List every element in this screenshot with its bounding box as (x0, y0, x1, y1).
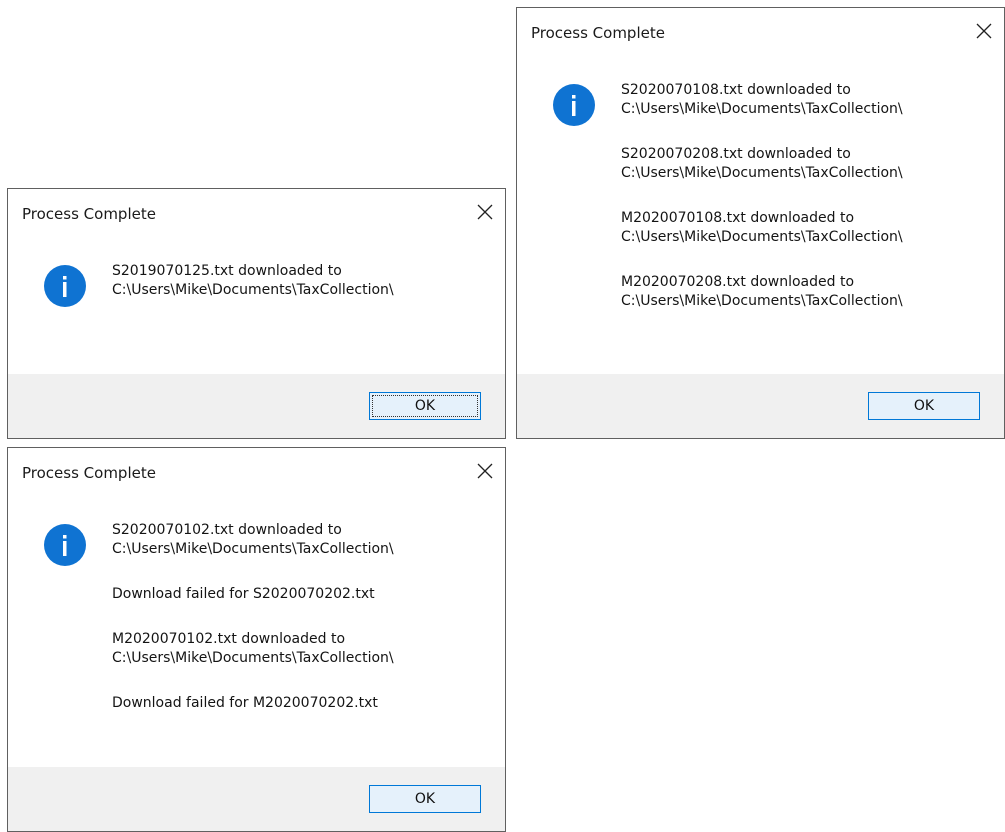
close-icon (976, 23, 992, 39)
close-icon (477, 204, 493, 220)
close-button[interactable] (968, 16, 1000, 46)
dialog-process-complete-multi-success: Process Complete S2020070108.txt downloa… (516, 7, 1005, 439)
message-text: M2020070108.txt downloaded to C:\Users\M… (621, 210, 903, 245)
message-text: Download failed for S2020070202.txt (112, 586, 375, 602)
info-icon (44, 524, 86, 566)
dialog-process-complete-single: Process Complete S2019070125.txt downloa… (7, 188, 506, 439)
message-text: S2020070208.txt downloaded to C:\Users\M… (621, 146, 903, 181)
dialog-title: Process Complete (22, 464, 156, 482)
message-text: S2020070108.txt downloaded to C:\Users\M… (621, 82, 903, 117)
message-text: M2020070208.txt downloaded to C:\Users\M… (621, 274, 903, 309)
message-list: S2020070102.txt downloaded to C:\Users\M… (112, 521, 394, 713)
dialog-content: S2020070108.txt downloaded to C:\Users\M… (517, 56, 1004, 370)
ok-button[interactable]: OK (868, 392, 980, 420)
close-icon (477, 463, 493, 479)
close-button[interactable] (469, 456, 501, 486)
close-button[interactable] (469, 197, 501, 227)
ok-button[interactable]: OK (369, 785, 481, 813)
dialog-content: S2020070102.txt downloaded to C:\Users\M… (8, 496, 505, 753)
message-text: S2019070125.txt downloaded to C:\Users\M… (112, 263, 394, 298)
titlebar: Process Complete (8, 448, 505, 496)
dialog-title: Process Complete (531, 24, 665, 42)
message-text: Download failed for M2020070202.txt (112, 695, 378, 711)
titlebar: Process Complete (517, 8, 1004, 56)
ok-button[interactable]: OK (369, 392, 481, 420)
message-list: S2020070108.txt downloaded to C:\Users\M… (621, 81, 903, 311)
dialog-footer: OK (8, 767, 505, 831)
titlebar: Process Complete (8, 189, 505, 237)
info-icon (44, 265, 86, 307)
info-icon (553, 84, 595, 126)
dialog-process-complete-mixed: Process Complete S2020070102.txt downloa… (7, 447, 506, 832)
dialog-content: S2019070125.txt downloaded to C:\Users\M… (8, 237, 505, 360)
message-text: S2020070102.txt downloaded to C:\Users\M… (112, 522, 394, 557)
dialog-title: Process Complete (22, 205, 156, 223)
dialog-footer: OK (8, 374, 505, 438)
message-list: S2019070125.txt downloaded to C:\Users\M… (112, 262, 394, 300)
dialog-footer: OK (517, 374, 1004, 438)
message-text: M2020070102.txt downloaded to C:\Users\M… (112, 631, 394, 666)
